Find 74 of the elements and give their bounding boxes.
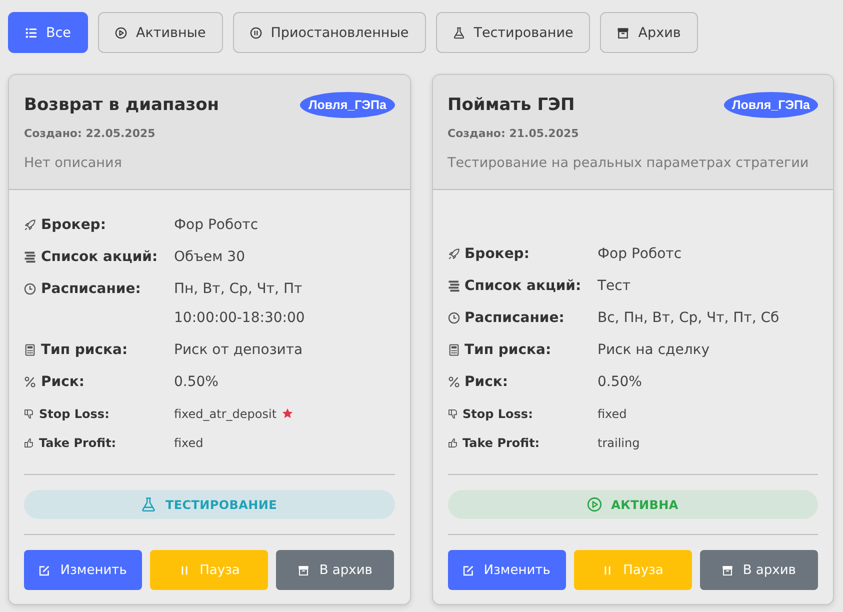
detail-value: 0.50% bbox=[174, 374, 218, 390]
detail-value: Фор Роботс bbox=[598, 246, 682, 262]
detail-label: Расписание: bbox=[41, 281, 141, 297]
filter-tab[interactable]: Приостановленные bbox=[232, 12, 426, 53]
archive-button[interactable]: В архив bbox=[700, 550, 818, 590]
edit-icon bbox=[462, 564, 474, 576]
thumbs-up-icon bbox=[448, 438, 458, 448]
rocket-icon bbox=[24, 219, 36, 231]
percent-icon bbox=[24, 376, 36, 388]
detail-label: Тип риска: bbox=[464, 342, 552, 358]
detail-label: Брокер: bbox=[41, 217, 106, 233]
play-circle-icon bbox=[587, 497, 602, 512]
detail-value: Риск на сделку bbox=[598, 342, 710, 358]
thumbs-up-icon bbox=[24, 438, 34, 448]
detail-label: Take Profit: bbox=[462, 436, 540, 450]
pause-icon bbox=[602, 564, 614, 576]
detail-label: Расписание: bbox=[464, 310, 564, 326]
card-description: Тестирование на реальных параметрах стратегии bbox=[448, 154, 810, 173]
detail-value: Тест bbox=[598, 278, 631, 294]
archive-box-icon bbox=[298, 564, 310, 576]
flask-icon bbox=[141, 497, 156, 512]
edit-button[interactable]: Изменить bbox=[24, 550, 142, 590]
archive-box-icon bbox=[617, 26, 630, 38]
stacked-lines-icon bbox=[24, 251, 36, 263]
detail-label: Stop Loss: bbox=[462, 406, 533, 420]
detail-label: Риск: bbox=[41, 374, 84, 390]
filter-tab[interactable]: Все bbox=[8, 12, 88, 53]
tag-badge: Ловля_ГЭПа bbox=[724, 92, 818, 118]
detail-value: fixed bbox=[598, 406, 627, 420]
thumbs-down-icon bbox=[448, 408, 458, 418]
status-label: ТЕСТИРОВАНИЕ bbox=[165, 498, 278, 512]
detail-value: fixed_atr_deposit bbox=[174, 406, 277, 420]
calculator-icon bbox=[24, 344, 36, 356]
detail-value: 0.50% bbox=[598, 374, 642, 390]
flask-icon bbox=[452, 26, 465, 38]
filter-tab[interactable]: Архив bbox=[600, 12, 698, 53]
detail-label: Список акций: bbox=[464, 278, 582, 294]
play-circle-icon bbox=[115, 26, 127, 38]
clock-icon bbox=[448, 312, 460, 324]
archive-box-icon bbox=[722, 564, 733, 576]
status-label: АКТИВНА bbox=[611, 498, 678, 512]
card-title: Возврат в диапазон bbox=[24, 95, 219, 115]
detail-value: 10:00:00-18:30:00 bbox=[174, 310, 305, 326]
card-description: Нет описания bbox=[24, 154, 123, 173]
detail-label: Список акций: bbox=[41, 249, 158, 265]
calculator-icon bbox=[448, 344, 460, 356]
detail-value: Вс, Пн, Вт, Ср, Чт, Пт, Сб bbox=[598, 310, 780, 326]
detail-label: Риск: bbox=[464, 374, 508, 390]
pause-circle-icon bbox=[250, 26, 262, 38]
detail-label: Тип риска: bbox=[41, 342, 128, 358]
detail-label: Брокер: bbox=[464, 246, 530, 262]
detail-value: trailing bbox=[598, 436, 640, 450]
tag-badge: Ловля_ГЭПа bbox=[300, 92, 394, 118]
card-title: Поймать ГЭП bbox=[448, 95, 575, 115]
detail-value: Риск от депозита bbox=[174, 342, 303, 358]
detail-label: Take Profit: bbox=[39, 436, 116, 450]
detail-value: Объем 30 bbox=[174, 249, 245, 265]
edit-button[interactable]: Изменить bbox=[448, 550, 566, 590]
list-icon bbox=[25, 26, 37, 38]
detail-value: fixed bbox=[174, 436, 204, 450]
filter-tab[interactable]: Активные bbox=[98, 12, 223, 53]
created-date: Создано: 21.05.2025 bbox=[448, 126, 580, 142]
archive-button[interactable]: В архив bbox=[276, 550, 394, 590]
clock-icon bbox=[24, 283, 36, 295]
percent-icon bbox=[448, 376, 460, 388]
thumbs-down-icon bbox=[24, 408, 34, 418]
detail-value: Фор Роботс bbox=[174, 217, 258, 233]
rocket-icon bbox=[448, 248, 460, 260]
filter-tab[interactable]: Тестирование bbox=[436, 12, 590, 53]
created-date: Создано: 22.05.2025 bbox=[24, 126, 156, 142]
edit-icon bbox=[39, 564, 50, 576]
stacked-lines-icon bbox=[448, 280, 460, 292]
detail-value: Пн, Вт, Ср, Чт, Пт bbox=[174, 281, 302, 297]
detail-label: Stop Loss: bbox=[39, 406, 110, 420]
